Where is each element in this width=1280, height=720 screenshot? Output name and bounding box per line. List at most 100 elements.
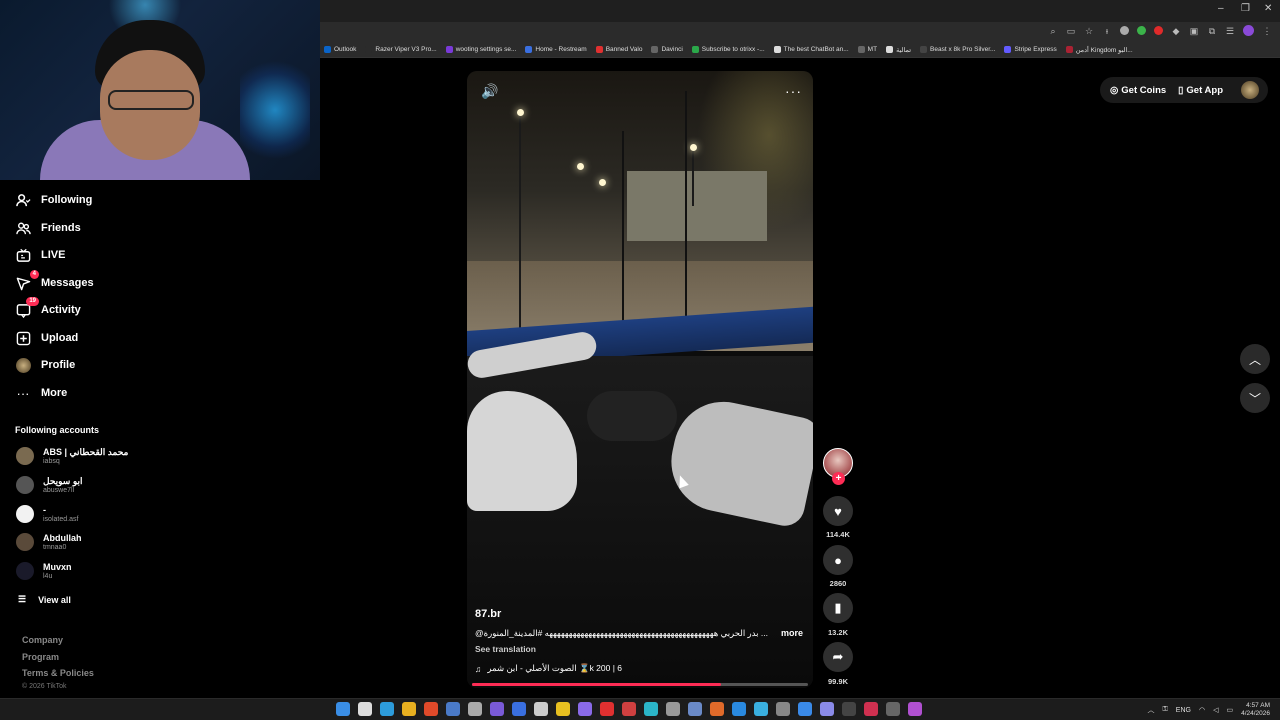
video-music[interactable]: ♫ الصوت الأصلي - ابن شمر ⌛k 200 | 6 xyxy=(475,663,622,674)
bookmark-item[interactable]: Home - Restream xyxy=(525,46,587,53)
comment-button[interactable]: ● xyxy=(823,545,853,575)
tray-chevron-icon[interactable]: ︿ xyxy=(1147,705,1154,715)
taskbar-app-icon[interactable] xyxy=(446,702,460,716)
system-clock[interactable]: 4:57 AM 4/24/2026 xyxy=(1241,702,1270,718)
taskbar-app-icon[interactable] xyxy=(886,702,900,716)
taskbar-app-icon[interactable] xyxy=(622,702,636,716)
bookmark-label: MT xyxy=(867,46,878,53)
taskbar-app-icon[interactable] xyxy=(732,702,746,716)
taskbar-app-icon[interactable] xyxy=(908,702,922,716)
extension-icon[interactable] xyxy=(1154,26,1163,35)
nav-messages[interactable]: 4 Messages xyxy=(15,270,94,293)
following-account[interactable]: - isolated.asf xyxy=(16,502,78,526)
nav-following[interactable]: Following xyxy=(15,190,92,210)
bookmark-item[interactable]: Subscribe to otrixx -... xyxy=(691,46,765,53)
extension-icon[interactable]: ◆ xyxy=(1171,26,1181,36)
language-indicator[interactable]: ENG xyxy=(1176,707,1191,714)
bookmark-item[interactable]: أدمن Kingdom البو... xyxy=(1065,46,1133,54)
friends-icon xyxy=(15,220,31,236)
following-account[interactable]: ABS | محمد القحطاني iabsq xyxy=(16,444,128,468)
like-button[interactable]: ♥ xyxy=(823,496,853,526)
more-options-icon[interactable]: ··· xyxy=(785,83,802,99)
nav-friends[interactable]: Friends xyxy=(15,218,81,238)
taskbar-app-icon[interactable] xyxy=(600,702,614,716)
nav-upload[interactable]: Upload xyxy=(15,328,78,348)
bookmark-label: Banned Valo xyxy=(605,46,643,53)
nav-profile[interactable]: Profile xyxy=(15,355,75,375)
user-avatar[interactable] xyxy=(1241,81,1259,99)
bookmark-item[interactable]: wooting settings se... xyxy=(445,46,516,53)
taskbar-app-icon[interactable] xyxy=(402,702,416,716)
taskbar-app-icon[interactable] xyxy=(534,702,548,716)
next-video-button[interactable]: ﹀ xyxy=(1240,383,1270,413)
caption-more-button[interactable]: more xyxy=(781,628,803,638)
taskbar-app-icon[interactable] xyxy=(336,702,350,716)
bookmark-item[interactable]: MT xyxy=(857,46,878,53)
taskbar-app-icon[interactable] xyxy=(710,702,724,716)
taskbar-app-icon[interactable] xyxy=(358,702,372,716)
bookmark-item[interactable]: The best ChatBot an... xyxy=(773,46,849,53)
taskbar-app-icon[interactable] xyxy=(512,702,526,716)
video-player[interactable]: 🔊 ··· 87.br @بدر الحربي هههههههههههههههه… xyxy=(467,71,813,688)
menu-icon[interactable]: ⋮ xyxy=(1262,26,1272,36)
bookmark-item[interactable]: تمالية xyxy=(886,46,911,54)
puzzle-icon[interactable]: ⧉ xyxy=(1207,26,1217,36)
extension-icon[interactable]: ᵻ xyxy=(1102,26,1112,36)
see-translation-link[interactable]: See translation xyxy=(475,644,536,654)
network-icon[interactable]: ⚿ xyxy=(1162,706,1167,714)
taskbar-app-icon[interactable] xyxy=(864,702,878,716)
following-account[interactable]: Abdullah tmnaa0 xyxy=(16,530,82,554)
close-icon[interactable]: ✕ xyxy=(1264,3,1272,14)
save-button[interactable]: ▮ xyxy=(823,593,853,623)
get-coins-button[interactable]: ◎ Get Coins xyxy=(1110,85,1166,96)
taskbar-app-icon[interactable] xyxy=(688,702,702,716)
bookmark-item[interactable]: Davinci xyxy=(651,46,683,53)
footer-program-link[interactable]: Program xyxy=(22,652,182,669)
cast-icon[interactable]: ▭ xyxy=(1066,26,1076,36)
bookmark-item[interactable]: Stripe Express xyxy=(1004,46,1057,53)
taskbar-app-icon[interactable] xyxy=(556,702,570,716)
view-all-link[interactable]: ☰ View all xyxy=(18,594,71,605)
taskbar-app-icon[interactable] xyxy=(666,702,680,716)
nav-more[interactable]: ··· More xyxy=(15,383,68,403)
sidebar-icon[interactable]: ☰ xyxy=(1225,26,1235,36)
bookmark-item[interactable]: Razer Viper V3 Pro... xyxy=(365,46,437,53)
nav-live[interactable]: LIVE xyxy=(15,245,65,265)
nav-activity[interactable]: 19 Activity xyxy=(15,297,81,320)
extension-icon[interactable] xyxy=(1120,26,1129,35)
star-icon[interactable]: ☆ xyxy=(1084,26,1094,36)
share-button[interactable]: ➦ xyxy=(823,642,853,672)
taskbar-app-icon[interactable] xyxy=(820,702,834,716)
volume-icon[interactable]: ◁ xyxy=(1213,706,1218,714)
extension-icon[interactable]: ▣ xyxy=(1189,26,1199,36)
taskbar-app-icon[interactable] xyxy=(644,702,658,716)
profile-avatar[interactable] xyxy=(1243,25,1254,36)
following-account[interactable]: Muvxn l4u xyxy=(16,559,72,583)
wifi-icon[interactable]: ◠ xyxy=(1199,706,1205,714)
zoom-icon[interactable]: ⌕ xyxy=(1048,26,1058,36)
bookmark-item[interactable]: Banned Valo xyxy=(595,46,643,53)
restore-icon[interactable]: ❐ xyxy=(1241,3,1250,14)
bookmark-item[interactable]: Outlook xyxy=(324,46,356,53)
taskbar-app-icon[interactable] xyxy=(754,702,768,716)
get-app-button[interactable]: ▯ Get App xyxy=(1178,85,1223,96)
following-account[interactable]: ابو سويحل abuswe7ll xyxy=(16,473,82,497)
bookmark-item[interactable]: Beast x 8k Pro Silver... xyxy=(920,46,995,53)
footer-company-link[interactable]: Company xyxy=(22,635,182,652)
taskbar-app-icon[interactable] xyxy=(424,702,438,716)
taskbar-app-icon[interactable] xyxy=(468,702,482,716)
volume-icon[interactable]: 🔊 xyxy=(481,83,498,100)
taskbar-app-icon[interactable] xyxy=(380,702,394,716)
video-progress-bar[interactable] xyxy=(472,683,808,686)
battery-icon[interactable]: ▭ xyxy=(1226,706,1233,714)
follow-plus-icon[interactable]: + xyxy=(832,472,845,485)
taskbar-app-icon[interactable] xyxy=(490,702,504,716)
taskbar-app-icon[interactable] xyxy=(776,702,790,716)
video-author[interactable]: 87.br xyxy=(475,608,501,620)
previous-video-button[interactable]: ︿ xyxy=(1240,344,1270,374)
taskbar-app-icon[interactable] xyxy=(842,702,856,716)
taskbar-app-icon[interactable] xyxy=(578,702,592,716)
extension-icon[interactable] xyxy=(1137,26,1146,35)
minimize-icon[interactable]: – xyxy=(1218,3,1224,14)
taskbar-app-icon[interactable] xyxy=(798,702,812,716)
